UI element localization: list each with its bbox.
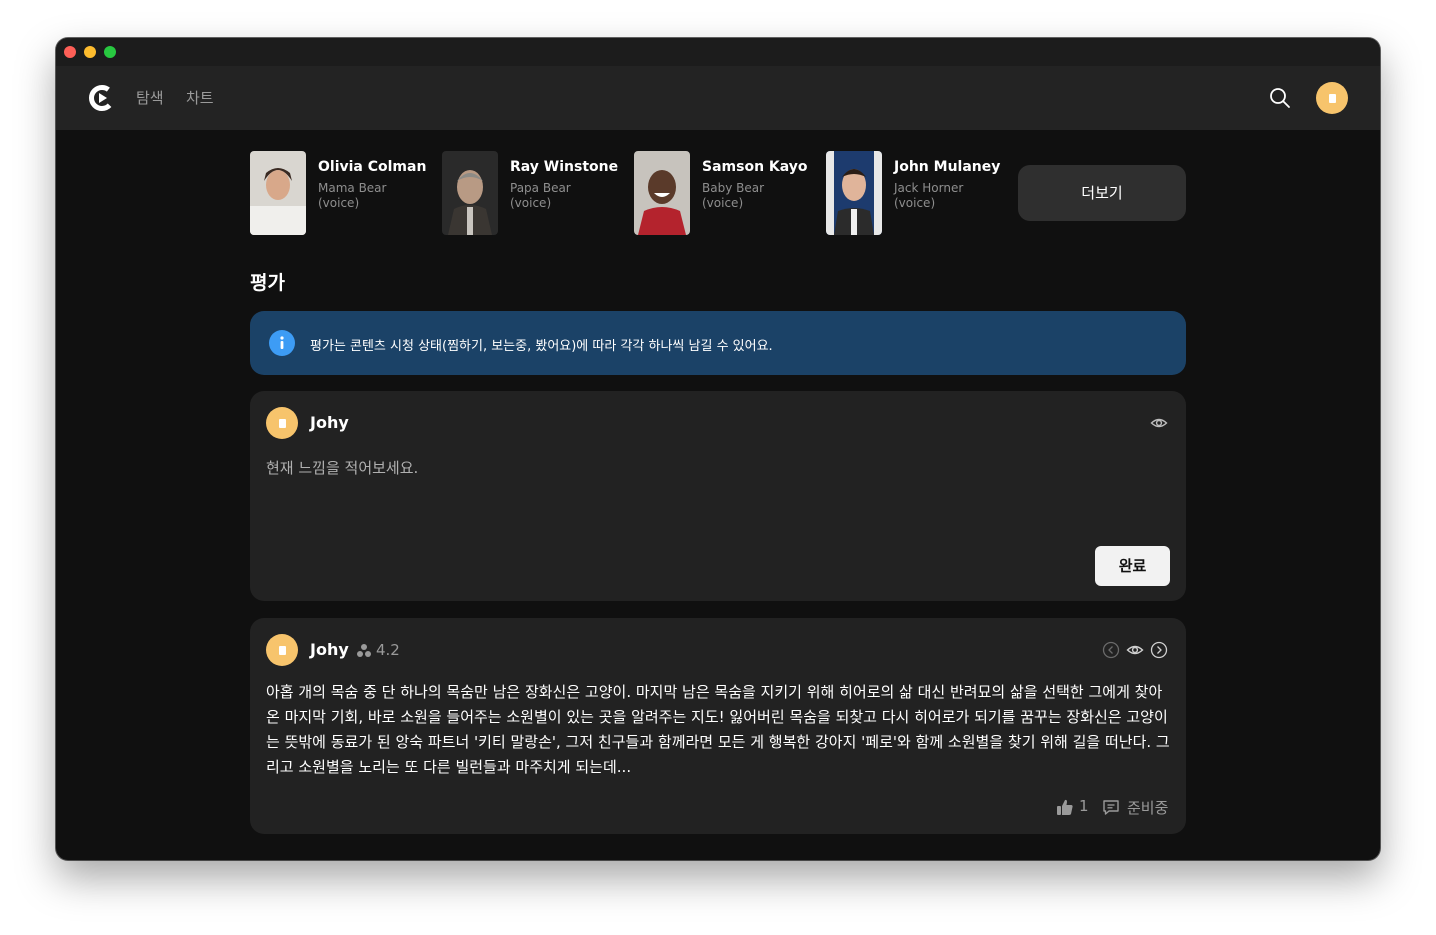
info-icon (269, 330, 295, 356)
close-window-button[interactable] (64, 46, 76, 58)
cast-item[interactable]: Samson Kayo Baby Bear (voice) (634, 151, 818, 235)
cast-photo (634, 151, 690, 235)
rating-value: 4.2 (376, 641, 400, 659)
play-logo-icon[interactable] (88, 84, 116, 112)
chevron-left-icon[interactable] (1102, 641, 1120, 659)
cast-photo (250, 151, 306, 235)
nav-link-chart[interactable]: 차트 (186, 88, 214, 108)
review-nav-controls (1102, 640, 1172, 660)
user-avatar[interactable] (1316, 82, 1348, 114)
cast-role: Jack Horner (voice) (894, 181, 964, 210)
comment-icon[interactable] (1102, 798, 1120, 816)
rating-section-title: 평가 (250, 272, 285, 294)
user-name: Johy (310, 640, 349, 659)
app-window: 탐색 차트 Olivia Colman Mama Bear (voice) Ra… (56, 38, 1380, 860)
thumbs-up-icon[interactable] (1056, 798, 1074, 816)
nav-link-explore[interactable]: 탐색 (136, 88, 164, 108)
review-compose-card: Johy 현재 느낌을 적어보세요. 완료 (250, 391, 1186, 601)
cast-item[interactable]: John Mulaney Jack Horner (voice) (826, 151, 1010, 235)
review-text: 아홉 개의 목숨 중 단 하나의 목숨만 남은 장화신은 고양이. 마지막 남은… (266, 683, 1170, 776)
chevron-right-icon[interactable] (1150, 641, 1168, 659)
eye-icon[interactable] (1150, 414, 1168, 432)
cast-photo (442, 151, 498, 235)
review-card: Johy 4.2 아홉 개의 목숨 중 단 하나의 목숨만 남은 장화신은 고양… (250, 618, 1186, 834)
cast-list: Olivia Colman Mama Bear (voice) Ray Winst… (250, 151, 1186, 235)
review-input[interactable]: 현재 느낌을 적어보세요. (266, 457, 418, 478)
cast-item[interactable]: Olivia Colman Mama Bear (voice) (250, 151, 434, 235)
top-navbar: 탐색 차트 (56, 66, 1380, 130)
submit-review-button[interactable]: 완료 (1095, 546, 1170, 586)
eye-icon[interactable] (1126, 641, 1144, 659)
cast-name: Samson Kayo (702, 159, 808, 175)
cast-role: Baby Bear (voice) (702, 181, 765, 210)
notice-text: 평가는 콘텐츠 시청 상태(찜하기, 보는중, 봤어요)에 따라 각각 하나씩 … (310, 339, 773, 354)
title-bar (56, 38, 1380, 66)
rating-icon (357, 644, 371, 657)
cast-role: Papa Bear (voice) (510, 181, 571, 210)
user-avatar (266, 407, 298, 439)
minimize-window-button[interactable] (84, 46, 96, 58)
cast-name: John Mulaney (894, 159, 1001, 175)
search-icon[interactable] (1268, 86, 1292, 110)
like-count: 1 (1079, 797, 1089, 815)
cast-photo (826, 151, 882, 235)
more-cast-button[interactable]: 더보기 (1018, 165, 1186, 221)
cast-item[interactable]: Ray Winstone Papa Bear (voice) (442, 151, 626, 235)
cast-name: Ray Winstone (510, 159, 619, 175)
cast-role: Mama Bear (voice) (318, 181, 387, 210)
comment-status-label: 준비중 (1127, 799, 1169, 817)
cast-name: Olivia Colman (318, 159, 427, 175)
zoom-window-button[interactable] (104, 46, 116, 58)
user-avatar (266, 634, 298, 666)
rating-notice-banner: 평가는 콘텐츠 시청 상태(찜하기, 보는중, 봤어요)에 따라 각각 하나씩 … (250, 311, 1186, 375)
user-name: Johy (310, 413, 349, 432)
